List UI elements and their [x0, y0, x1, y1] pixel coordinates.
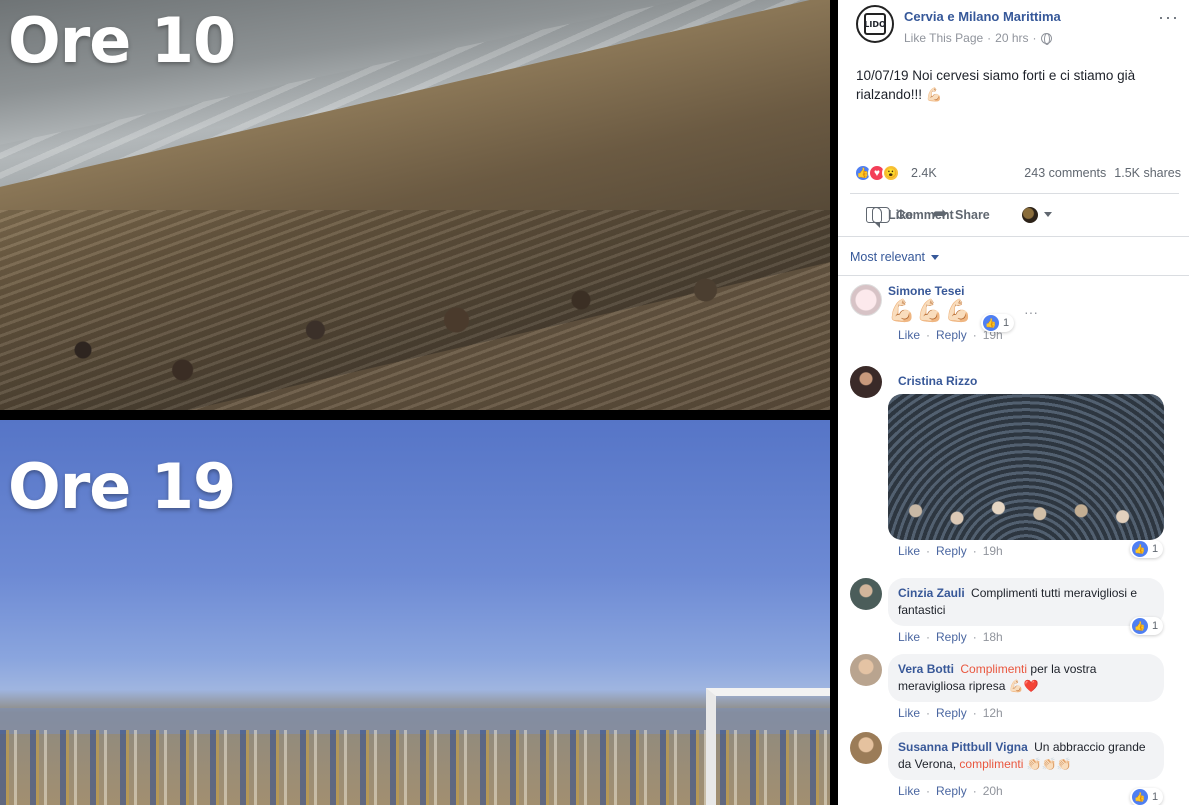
- comment-like-link[interactable]: Like: [898, 544, 920, 558]
- page-logo: LIDO: [864, 13, 886, 35]
- comment-bubble: Cinzia Zauli Complimenti tutti meravigli…: [888, 578, 1164, 626]
- badge-count: 1: [1003, 317, 1010, 329]
- comment-author[interactable]: Cristina Rizzo: [888, 374, 977, 388]
- like-reaction-icon: 👍: [1132, 541, 1148, 557]
- comment-time[interactable]: 19h: [983, 544, 1003, 558]
- comment-gif[interactable]: [888, 394, 1164, 540]
- comment-actions: Like · Reply · 18h: [888, 630, 1164, 644]
- beach-debris: [0, 210, 830, 410]
- avatar[interactable]: [850, 654, 882, 686]
- comment-text-emoji: 👏🏻👏🏻👏🏻: [1026, 757, 1072, 771]
- comment-author[interactable]: Vera Botti: [898, 662, 954, 676]
- like-page-link[interactable]: Like This Page: [904, 31, 983, 45]
- comment-body: Cristina Rizzo Like · Reply · 19h: [888, 374, 1164, 558]
- comment-reply-link[interactable]: Reply: [936, 630, 967, 644]
- like-reaction-icon: 👍: [983, 315, 999, 331]
- separator: ·: [972, 544, 977, 558]
- badge-count: 1: [1152, 543, 1159, 555]
- post-meta: Like This Page · 20 hrs ·: [904, 31, 1052, 45]
- avatar[interactable]: [850, 366, 882, 398]
- avatar[interactable]: [850, 284, 882, 316]
- comment-reaction-badge[interactable]: 👍 1: [1130, 540, 1164, 558]
- comment-highlight-link[interactable]: Complimenti: [960, 662, 1027, 676]
- photo-morning: Ore 10: [0, 0, 830, 410]
- comment-reply-link[interactable]: Reply: [936, 544, 967, 558]
- comment-like-link[interactable]: Like: [898, 784, 920, 798]
- avatar[interactable]: [850, 578, 882, 610]
- comment-body: Cinzia Zauli Complimenti tutti meravigli…: [888, 578, 1164, 644]
- wow-reaction-icon: 😮: [882, 164, 900, 182]
- comment-icon: [872, 206, 890, 228]
- comment-reply-link[interactable]: Reply: [936, 784, 967, 798]
- comment-body: Simone Tesei 💪🏻💪🏻💪🏻 Like · Reply · 19h: [888, 284, 1003, 342]
- separator: ·: [926, 706, 931, 720]
- post-actions: Like Comment Share: [850, 193, 1179, 235]
- comment-like-link[interactable]: Like: [898, 328, 920, 342]
- caret-down-icon: [931, 254, 940, 260]
- comment-like-link[interactable]: Like: [898, 706, 920, 720]
- sort-dropdown[interactable]: Most relevant: [850, 250, 940, 264]
- separator: ·: [926, 328, 931, 342]
- reactions-summary[interactable]: 👍 ♥ 😮 2.4K 243 comments 1.5K shares: [838, 160, 1189, 188]
- comment-like-link[interactable]: Like: [898, 630, 920, 644]
- comments-count-link[interactable]: 243 comments: [1024, 166, 1106, 180]
- comment-time[interactable]: 18h: [983, 630, 1003, 644]
- post-panel: LIDO Cervia e Milano Marittima Like This…: [838, 0, 1189, 805]
- comment-reaction-badge[interactable]: 👍 1: [1130, 617, 1164, 635]
- page-name-link[interactable]: Cervia e Milano Marittima: [904, 9, 1061, 24]
- reaction-count[interactable]: 2.4K: [911, 166, 937, 180]
- separator: ·: [972, 328, 977, 342]
- post-media[interactable]: Ore 10 Ore 19: [0, 0, 838, 805]
- comment-actions: Like · Reply · 20h: [888, 784, 1164, 798]
- photo-evening: Ore 19: [0, 420, 830, 805]
- meta-separator: ·: [987, 31, 992, 45]
- badge-count: 1: [1152, 791, 1159, 803]
- comment-options-icon[interactable]: ···: [1024, 304, 1038, 320]
- comment-author[interactable]: Simone Tesei: [888, 284, 964, 298]
- photo-label-top: Ore 10: [8, 4, 236, 77]
- comment-bubble: Vera Botti Complimenti per la vostra mer…: [888, 654, 1164, 702]
- shares-count-link[interactable]: 1.5K shares: [1114, 166, 1181, 180]
- comment-reaction-badge[interactable]: 👍 1: [981, 314, 1015, 332]
- comment-body: Susanna Pittbull Vigna Un abbraccio gran…: [888, 732, 1164, 798]
- post-time[interactable]: 20 hrs: [995, 31, 1028, 45]
- separator: ·: [926, 630, 931, 644]
- photo-label-bottom: Ore 19: [8, 450, 236, 523]
- post-header: LIDO Cervia e Milano Marittima Like This…: [838, 0, 1189, 60]
- more-icon[interactable]: ···: [1158, 7, 1179, 28]
- separator: ·: [926, 544, 931, 558]
- comment-author[interactable]: Cinzia Zauli: [898, 586, 965, 600]
- avatar[interactable]: [850, 732, 882, 764]
- comment-time[interactable]: 20h: [983, 784, 1003, 798]
- comment-reply-link[interactable]: Reply: [936, 706, 967, 720]
- comment-bubble: Susanna Pittbull Vigna Un abbraccio gran…: [888, 732, 1164, 780]
- comment-reply-link[interactable]: Reply: [936, 328, 967, 342]
- comment-reaction-badge[interactable]: 👍 1: [1130, 788, 1164, 805]
- meta-separator: ·: [1032, 31, 1037, 45]
- comment-sort-row: Most relevant: [838, 236, 1189, 276]
- like-reaction-icon: 👍: [1132, 789, 1148, 805]
- post-stats: 243 comments 1.5K shares: [1024, 166, 1181, 180]
- beach-kiosk: [706, 688, 830, 805]
- comment-author[interactable]: Susanna Pittbull Vigna: [898, 740, 1028, 754]
- comment-highlight-link[interactable]: complimenti: [959, 757, 1023, 771]
- reaction-icons: 👍 ♥ 😮: [854, 164, 900, 182]
- separator: ·: [972, 630, 977, 644]
- comment-actions: Like · Reply · 19h: [888, 544, 1164, 558]
- comment-time[interactable]: 12h: [983, 706, 1003, 720]
- like-reaction-icon: 👍: [1132, 618, 1148, 634]
- badge-count: 1: [1152, 620, 1159, 632]
- comment-button[interactable]: Comment: [872, 206, 1189, 228]
- page-avatar[interactable]: LIDO: [856, 5, 894, 43]
- globe-icon: [1040, 32, 1052, 45]
- share-icon: [933, 204, 949, 224]
- separator: ·: [972, 706, 977, 720]
- comment-body: Vera Botti Complimenti per la vostra mer…: [888, 654, 1164, 720]
- sort-label: Most relevant: [850, 250, 926, 264]
- post-text: 10/07/19 Noi cervesi siamo forti e ci st…: [856, 68, 1136, 102]
- separator: ·: [972, 784, 977, 798]
- separator: ·: [926, 784, 931, 798]
- comment-actions: Like · Reply · 12h: [888, 706, 1164, 720]
